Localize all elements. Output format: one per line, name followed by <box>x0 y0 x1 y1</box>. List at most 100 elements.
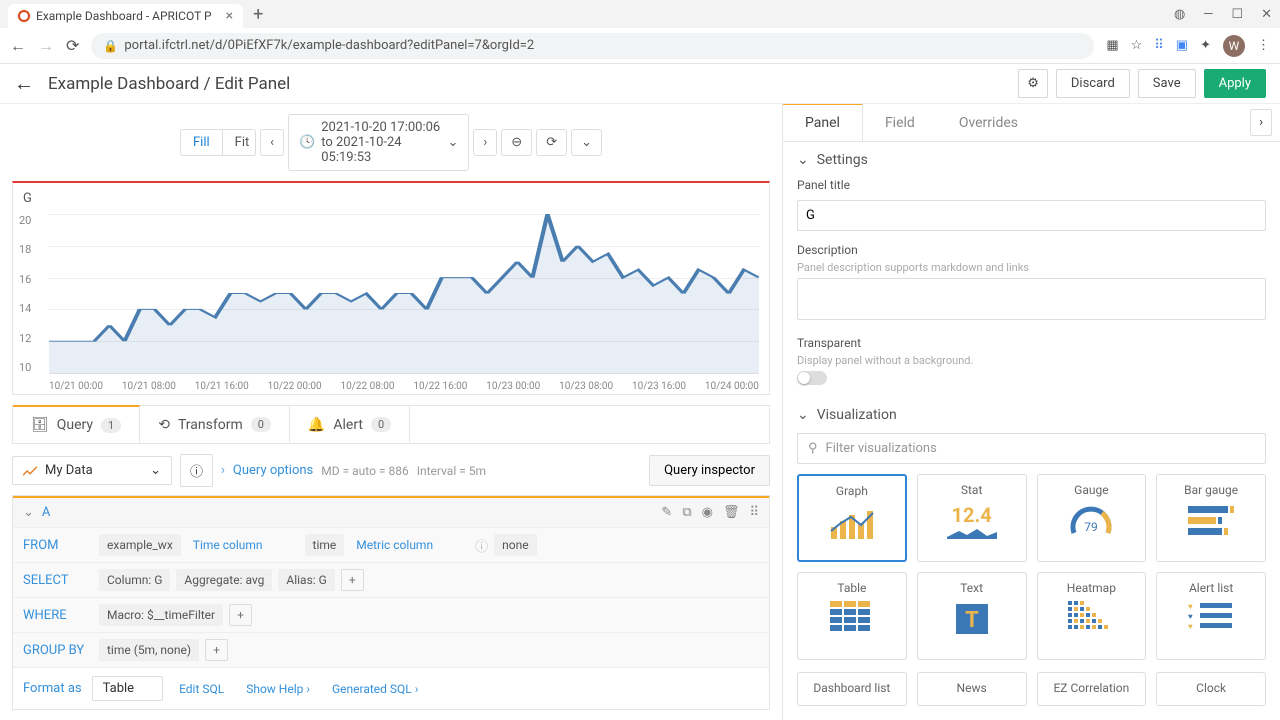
screen-icon[interactable]: ▣ <box>1176 38 1188 53</box>
fit-mode-segment: Fill Fit Exact <box>180 129 256 156</box>
viz-heatmap[interactable]: Heatmap <box>1037 572 1147 660</box>
tab-panel[interactable]: Panel <box>783 104 863 141</box>
new-tab-button[interactable]: + <box>253 4 263 25</box>
time-prev-button[interactable]: ‹ <box>260 129 284 156</box>
generated-sql-link[interactable]: Generated SQL › <box>326 678 424 700</box>
minimize-icon[interactable]: — <box>1203 7 1213 22</box>
left-pane: Fill Fit Exact ‹ 🕓 2021-10-20 17:00:06 t… <box>0 104 782 720</box>
add-where-button[interactable]: + <box>229 604 252 626</box>
viz-news[interactable]: News <box>917 672 1027 706</box>
from-table[interactable]: example_wx <box>99 534 181 556</box>
datasource-select[interactable]: My Data ⌄ <box>12 456 172 485</box>
panel-toolbar: Fill Fit Exact ‹ 🕓 2021-10-20 17:00:06 t… <box>0 104 782 181</box>
time-next-button[interactable]: › <box>473 129 497 156</box>
close-window-icon[interactable]: ✕ <box>1261 7 1272 22</box>
group-by-time[interactable]: time (5m, none) <box>99 639 199 661</box>
select-column[interactable]: Column: G <box>99 569 170 591</box>
time-range-picker[interactable]: 🕓 2021-10-20 17:00:06 to 2021-10-24 05:1… <box>288 114 469 171</box>
menu-icon[interactable]: ⋮ <box>1257 38 1270 53</box>
transparent-toggle[interactable] <box>797 371 827 385</box>
viz-dashboard-list[interactable]: Dashboard list <box>797 672 907 706</box>
viz-table[interactable]: Table <box>797 572 907 660</box>
metric-column[interactable]: none <box>494 534 536 556</box>
tab-overrides[interactable]: Overrides <box>937 105 1040 141</box>
edit-icon[interactable]: ✎ <box>661 505 672 520</box>
translate-icon[interactable]: ⠿ <box>1154 38 1164 53</box>
forward-icon[interactable]: → <box>38 36 54 56</box>
reload-icon[interactable]: ⟳ <box>66 36 79 55</box>
visualization-section[interactable]: ⌄ Visualization <box>783 397 1280 433</box>
save-button[interactable]: Save <box>1138 69 1196 98</box>
fill-option[interactable]: Fill <box>181 130 223 155</box>
viz-alert-list[interactable]: Alert list ♥♥♥ <box>1156 572 1266 660</box>
viz-stat[interactable]: Stat 12.4 <box>917 474 1027 562</box>
close-tab-icon[interactable]: × <box>226 8 233 24</box>
url-input[interactable]: 🔒 portal.ifctrl.net/d/0PiEfXF7k/example-… <box>91 33 1094 59</box>
refresh-interval-dropdown[interactable]: ⌄ <box>571 129 602 156</box>
address-bar: ← → ⟳ 🔒 portal.ifctrl.net/d/0PiEfXF7k/ex… <box>0 28 1280 64</box>
panel-title-input[interactable] <box>797 200 1266 231</box>
edit-sql-link[interactable]: Edit SQL <box>173 678 230 700</box>
settings-button[interactable]: ⚙ <box>1018 69 1048 98</box>
viz-gauge[interactable]: Gauge 79 <box>1037 474 1147 562</box>
show-help-link[interactable]: Show Help › <box>240 678 316 700</box>
browser-tab[interactable]: Example Dashboard - APRICOT P × <box>8 4 243 28</box>
tab-alert[interactable]: 🔔 Alert 0 <box>290 406 410 443</box>
viz-clock[interactable]: Clock <box>1156 672 1266 706</box>
fit-option[interactable]: Fit <box>223 130 256 155</box>
query-bar: My Data ⌄ ⓘ › Query options MD = auto = … <box>12 454 770 487</box>
tab-field[interactable]: Field <box>863 105 937 141</box>
select-alias[interactable]: Alias: G <box>278 569 334 591</box>
tab-query[interactable]: 🗄 Query 1 <box>13 405 140 443</box>
svg-text:79: 79 <box>1085 520 1099 534</box>
viz-graph[interactable]: Graph <box>797 474 907 562</box>
description-hint: Panel description supports markdown and … <box>797 261 1266 274</box>
duplicate-icon[interactable]: ⧉ <box>682 505 691 520</box>
add-group-button[interactable]: + <box>205 639 228 661</box>
collapse-pane-button[interactable]: › <box>1250 109 1272 136</box>
time-column[interactable]: time <box>305 534 345 556</box>
query-editor: ⌄ A ✎ ⧉ ◉ 🗑 ⠿ FROM example_wx Time colum… <box>12 495 770 710</box>
extensions-icon[interactable]: ✦ <box>1200 38 1211 53</box>
viz-filter-input[interactable]: ⚲ Filter visualizations <box>797 433 1266 464</box>
eye-icon[interactable]: ◉ <box>702 505 713 520</box>
refresh-button[interactable]: ⟳ <box>536 129 567 156</box>
chevron-down-icon[interactable]: ⌄ <box>23 505 34 520</box>
star-icon[interactable]: ☆ <box>1131 38 1143 53</box>
format-select[interactable]: Table <box>92 676 163 701</box>
apply-button[interactable]: Apply <box>1204 69 1266 98</box>
maximize-icon[interactable]: ☐ <box>1231 7 1243 22</box>
gear-icon: ⚙ <box>1027 76 1039 91</box>
heatmap-icon <box>1068 601 1114 637</box>
chevron-right-icon: › <box>221 463 225 478</box>
description-input[interactable] <box>797 278 1266 320</box>
viz-text[interactable]: Text T <box>917 572 1027 660</box>
svg-text:♥: ♥ <box>1188 602 1193 611</box>
ds-info-button[interactable]: ⓘ <box>180 454 213 487</box>
info-icon[interactable]: ⓘ <box>475 536 488 555</box>
settings-section[interactable]: ⌄ Settings <box>783 142 1280 178</box>
back-arrow-icon[interactable]: ← <box>14 71 34 96</box>
zoom-out-button[interactable]: ⊖ <box>501 129 532 156</box>
app-header: ← Example Dashboard / Edit Panel ⚙ Disca… <box>0 64 1280 104</box>
tab-transform[interactable]: ⟲ Transform 0 <box>140 406 290 443</box>
extension-icon[interactable]: ◍ <box>1174 7 1185 22</box>
back-icon[interactable]: ← <box>10 36 26 56</box>
query-ref-id: A <box>42 505 50 520</box>
add-select-button[interactable]: + <box>341 569 364 591</box>
drag-icon[interactable]: ⠿ <box>749 505 759 520</box>
viz-grid-row3: Dashboard list News EZ Correlation Clock <box>783 672 1280 718</box>
where-macro[interactable]: Macro: $__timeFilter <box>99 604 223 626</box>
discard-button[interactable]: Discard <box>1056 69 1130 98</box>
svg-text:♥: ♥ <box>1188 622 1193 631</box>
query-interval: Interval = 5m <box>417 464 486 478</box>
query-options-link[interactable]: Query options <box>233 463 313 478</box>
viz-ez-correlation[interactable]: EZ Correlation <box>1037 672 1147 706</box>
trash-icon[interactable]: 🗑 <box>723 505 740 520</box>
query-inspector-button[interactable]: Query inspector <box>649 455 770 486</box>
qr-icon[interactable]: ▦ <box>1106 38 1118 53</box>
profile-avatar[interactable]: W <box>1223 35 1245 57</box>
chart-area[interactable]: 201816141210 10/21 00:0010/21 08:0010/21… <box>13 214 769 394</box>
viz-bar-gauge[interactable]: Bar gauge <box>1156 474 1266 562</box>
select-aggregate[interactable]: Aggregate: avg <box>176 569 272 591</box>
